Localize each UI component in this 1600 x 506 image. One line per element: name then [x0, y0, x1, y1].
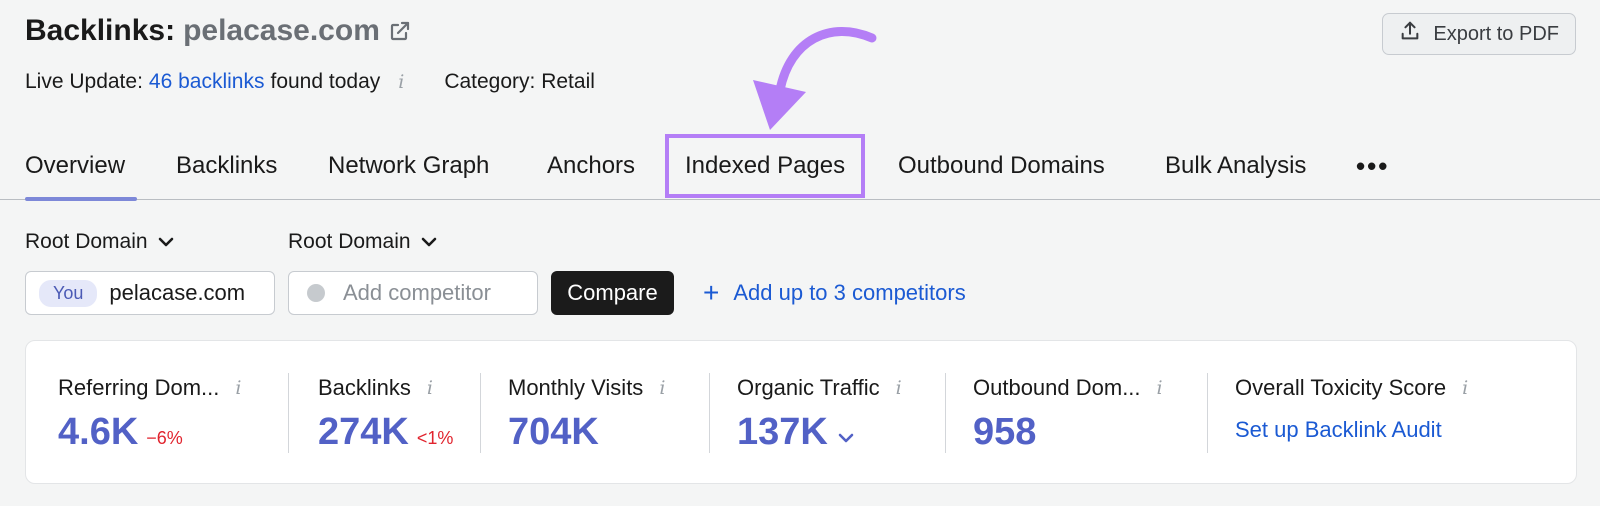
metric-value[interactable]: 704K: [508, 411, 599, 454]
root-domain-label: Root Domain: [288, 230, 411, 253]
metric-delta: −6%: [146, 428, 183, 448]
metric-label: Monthly Visits: [508, 375, 644, 400]
root-domain-dropdown-1[interactable]: Root Domain: [25, 230, 174, 254]
tab-overview[interactable]: Overview: [25, 132, 138, 201]
export-pdf-label: Export to PDF: [1433, 22, 1559, 45]
metric-label: Backlinks: [318, 375, 411, 400]
info-icon[interactable]: i: [1462, 377, 1468, 399]
root-domain-label: Root Domain: [25, 230, 148, 253]
info-icon[interactable]: i: [1157, 377, 1163, 399]
your-domain-field[interactable]: You pelacase.com: [25, 271, 275, 315]
divider: [288, 373, 289, 453]
page-header: Backlinks: pelacase.com: [25, 14, 412, 48]
info-icon[interactable]: i: [896, 377, 902, 399]
root-domain-dropdown-2[interactable]: Root Domain: [288, 230, 437, 254]
annotation-arrow-icon: [753, 27, 877, 130]
metric-backlinks[interactable]: Backlinks i 274K <1%: [318, 341, 453, 485]
page-title: Backlinks: pelacase.com: [25, 14, 412, 48]
tab-bulk-analysis[interactable]: Bulk Analysis: [1165, 132, 1306, 200]
your-domain-value: pelacase.com: [109, 280, 246, 305]
divider: [945, 373, 946, 453]
competitor-placeholder: Add competitor: [343, 280, 491, 305]
setup-backlink-audit-link[interactable]: Set up Backlink Audit: [1235, 417, 1468, 443]
compare-button[interactable]: Compare: [551, 271, 674, 315]
tab-backlinks[interactable]: Backlinks: [176, 132, 277, 200]
live-update-backlinks-link[interactable]: 46 backlinks: [149, 70, 265, 94]
metric-organic-traffic[interactable]: Organic Traffic i 137K: [737, 341, 902, 485]
add-competitor-input[interactable]: Add competitor: [288, 271, 538, 315]
metric-delta: <1%: [416, 428, 454, 448]
info-icon[interactable]: i: [235, 377, 241, 399]
divider: [709, 373, 710, 453]
chevron-down-icon: [158, 230, 174, 254]
more-tabs-icon[interactable]: •••: [1356, 151, 1389, 182]
metric-overall-toxicity-score: Overall Toxicity Score i Set up Backlink …: [1235, 341, 1468, 485]
plus-icon: +: [703, 277, 720, 308]
you-badge: You: [39, 279, 98, 307]
tab-outbound-domains[interactable]: Outbound Domains: [898, 132, 1105, 200]
metric-value[interactable]: 4.6K: [58, 411, 138, 454]
metric-value[interactable]: 137K: [737, 411, 828, 454]
info-icon[interactable]: i: [659, 377, 665, 399]
title-domain: pelacase.com: [183, 14, 380, 47]
metric-label: Outbound Dom...: [973, 375, 1141, 400]
upload-icon: [1399, 20, 1421, 48]
metric-outbound-domains[interactable]: Outbound Dom... i 958: [973, 341, 1163, 485]
tab-indexed-pages[interactable]: Indexed Pages: [665, 134, 866, 198]
competitor-dot-icon: [307, 284, 325, 302]
info-icon[interactable]: i: [427, 377, 433, 399]
info-icon[interactable]: i: [398, 71, 404, 93]
tab-anchors[interactable]: Anchors: [547, 132, 635, 200]
category-label: Category: Retail: [444, 70, 595, 93]
metric-monthly-visits[interactable]: Monthly Visits i 704K: [508, 341, 665, 485]
add-competitors-label: Add up to 3 competitors: [733, 280, 966, 305]
metric-label: Organic Traffic: [737, 375, 880, 400]
live-update-label: Live Update:: [25, 70, 143, 93]
tab-network-graph[interactable]: Network Graph: [328, 132, 489, 200]
chevron-down-icon[interactable]: [838, 431, 854, 449]
divider: [480, 373, 481, 453]
divider: [1207, 373, 1208, 453]
title-prefix: Backlinks:: [25, 14, 176, 47]
metric-referring-domains[interactable]: Referring Dom... i 4.6K −6%: [58, 341, 241, 485]
metric-value[interactable]: 958: [973, 411, 1036, 454]
export-pdf-button[interactable]: Export to PDF: [1382, 13, 1576, 55]
live-update-line: Live Update: 46 backlinks found today i …: [25, 70, 595, 94]
metrics-card: Referring Dom... i 4.6K −6% Backlinks i 27…: [25, 340, 1577, 484]
metric-value[interactable]: 274K: [318, 411, 409, 454]
metric-label: Overall Toxicity Score: [1235, 375, 1447, 400]
add-competitors-link[interactable]: + Add up to 3 competitors: [703, 277, 966, 308]
live-update-suffix: found today: [270, 70, 381, 93]
metric-label: Referring Dom...: [58, 375, 220, 400]
external-link-icon[interactable]: [388, 19, 412, 43]
chevron-down-icon: [421, 230, 437, 254]
